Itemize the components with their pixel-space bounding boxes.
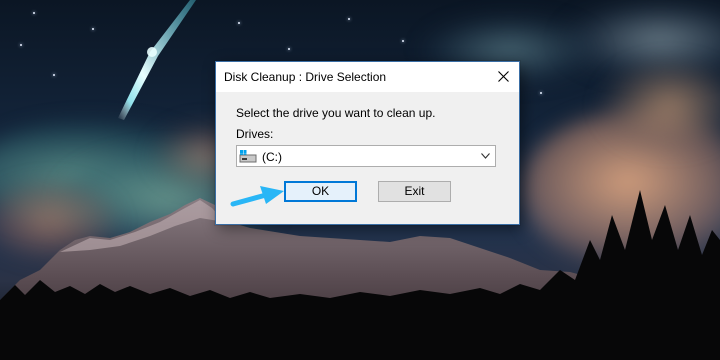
- selected-drive: (C:): [262, 150, 282, 164]
- dialog-titlebar[interactable]: Disk Cleanup : Drive Selection: [216, 62, 519, 92]
- windows-drive-icon: [239, 150, 257, 163]
- dialog-title: Disk Cleanup : Drive Selection: [224, 70, 387, 84]
- desktop-wallpaper: Disk Cleanup : Drive Selection Select th…: [0, 0, 720, 360]
- ok-button[interactable]: OK: [284, 181, 357, 202]
- close-icon: [498, 71, 509, 82]
- exit-button[interactable]: Exit: [378, 181, 451, 202]
- meteor-streak: [118, 0, 196, 120]
- instruction-text: Select the drive you want to clean up.: [236, 106, 436, 120]
- meteor-head: [147, 47, 157, 57]
- drives-label: Drives:: [236, 127, 274, 141]
- close-button[interactable]: [489, 62, 519, 92]
- drive-dropdown[interactable]: (C:): [236, 145, 496, 167]
- chevron-down-icon: [481, 153, 490, 159]
- arrow-pointer-icon: [230, 186, 284, 207]
